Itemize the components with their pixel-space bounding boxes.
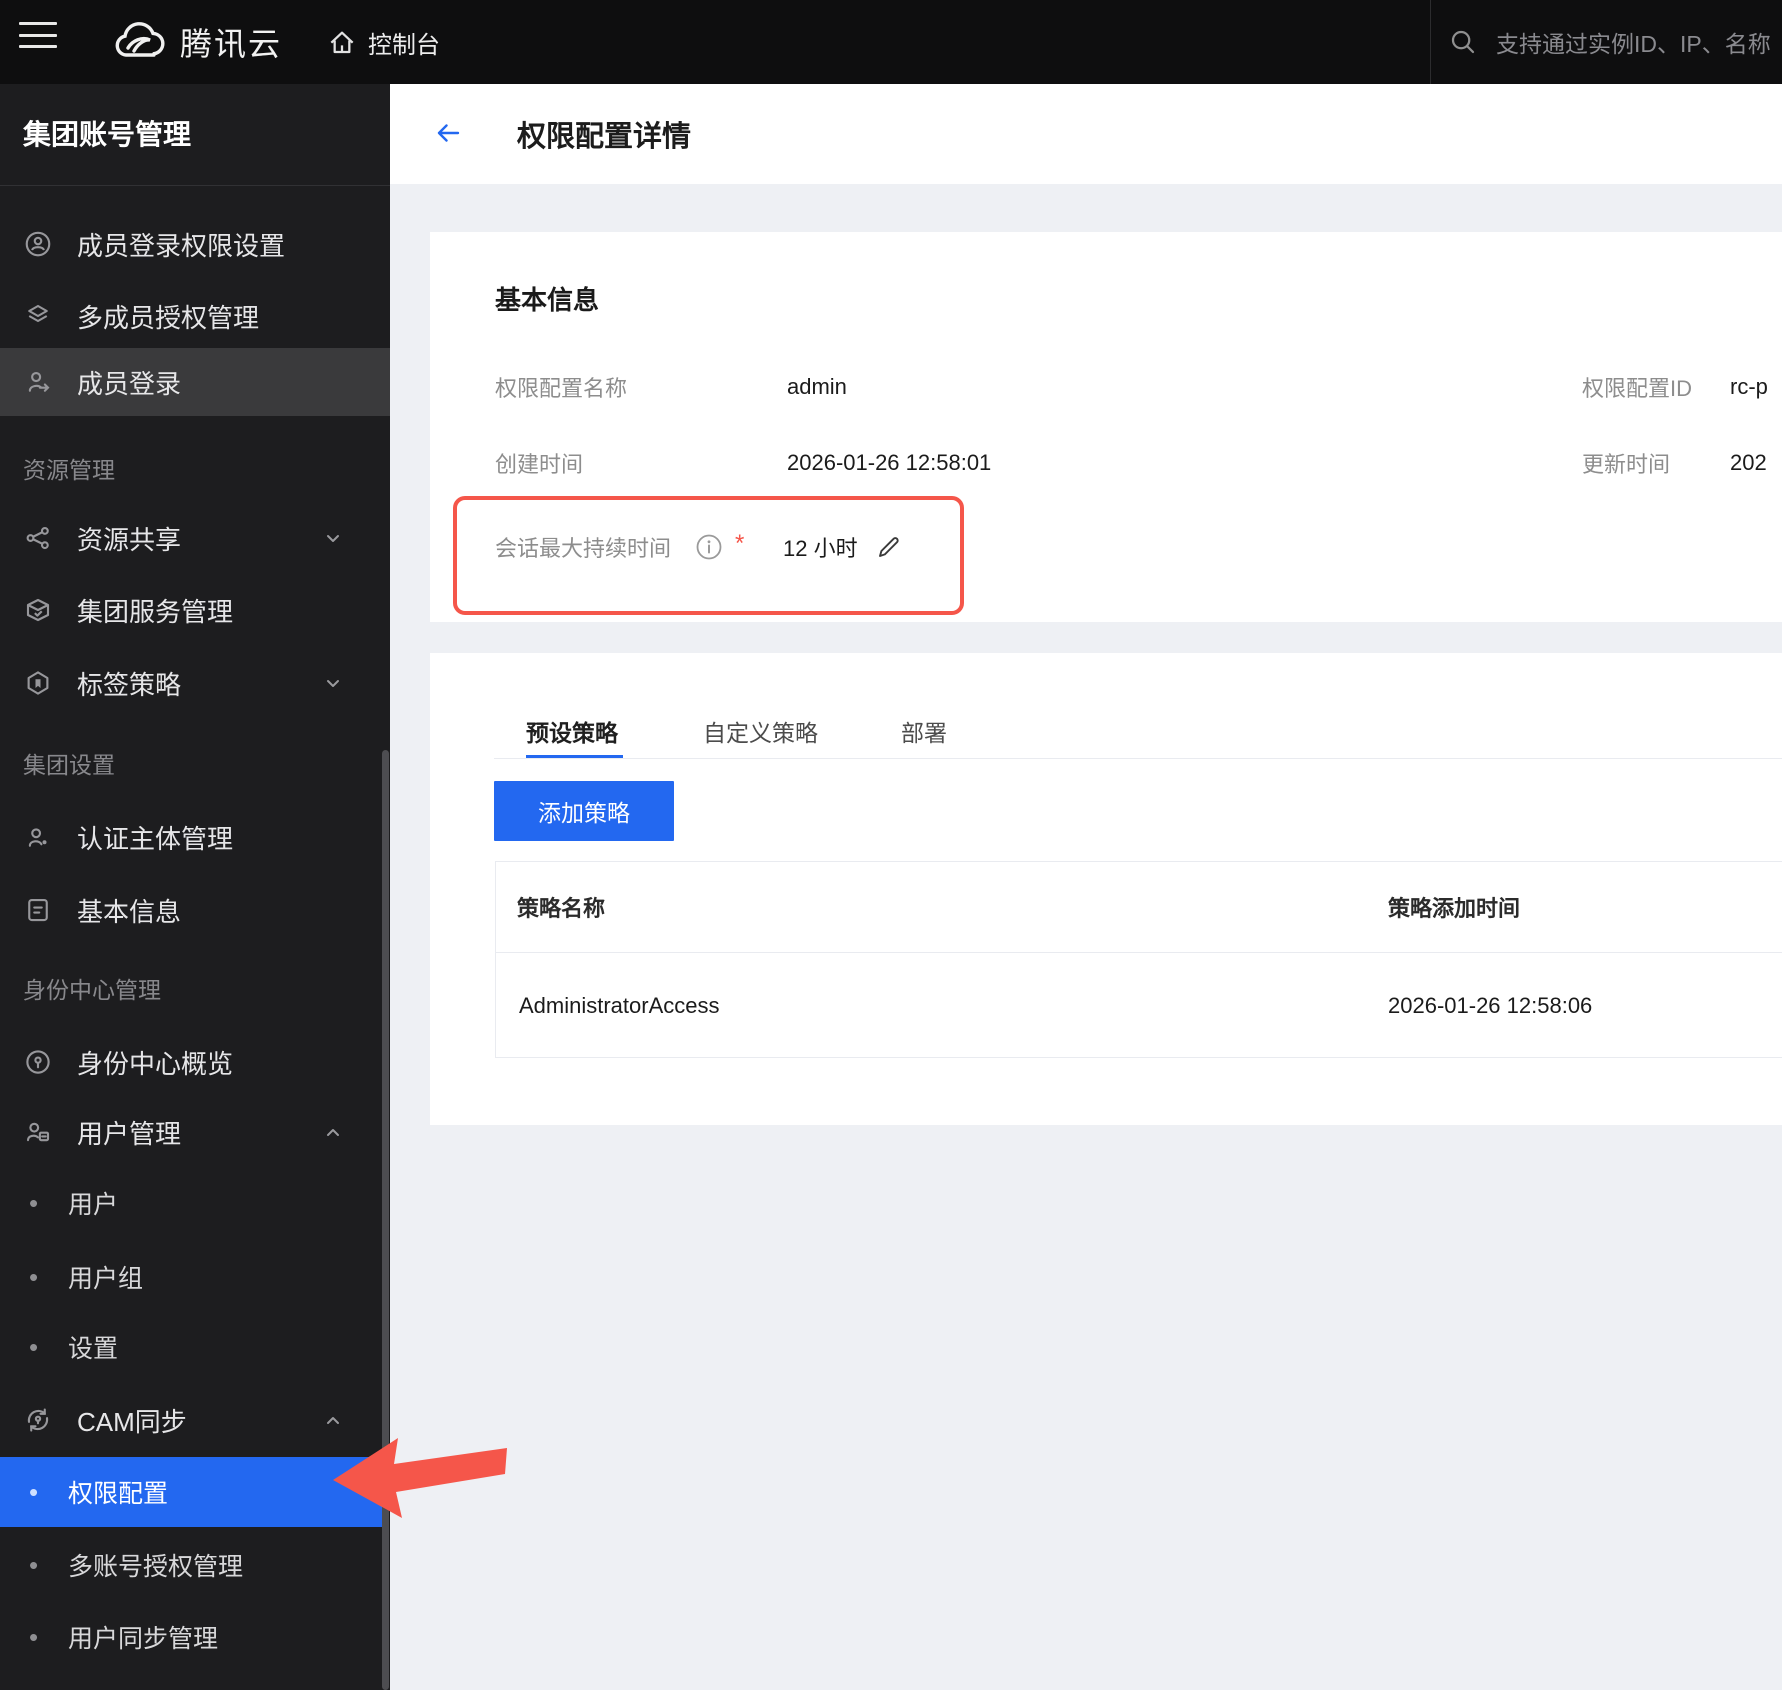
policy-card: 预设策略 自定义策略 部署 添加策略 策略名称 策略添加时间 Administr…	[430, 653, 1782, 1125]
name-value: admin	[787, 374, 847, 399]
sidebar-section-group-settings: 集团设置	[23, 752, 115, 778]
sidebar-item-cam-sync[interactable]: CAM同步	[0, 1396, 382, 1444]
policy-added-time-cell: 2026-01-26 12:58:06	[1388, 992, 1593, 1018]
sidebar-section-identity-center-management: 身份中心管理	[23, 977, 161, 1003]
id-label: 权限配置ID	[1582, 376, 1693, 401]
sidebar-item-basic-info[interactable]: 基本信息	[0, 886, 382, 934]
sidebar-item-identity-center-overview[interactable]: 身份中心概览	[0, 1038, 382, 1086]
name-label: 权限配置名称	[495, 376, 628, 401]
policy-name-cell: AdministratorAccess	[519, 992, 720, 1018]
globe-keyhole-icon	[26, 1050, 50, 1074]
policy-table: 策略名称 策略添加时间 AdministratorAccess 2026-01-…	[495, 861, 1782, 1058]
basic-info-card: 基本信息 权限配置名称 admin 权限配置ID rc-p 创建时间 2026-…	[430, 232, 1782, 622]
sidebar-item-resource-sharing[interactable]: 资源共享	[0, 514, 382, 562]
tab-custom-policy[interactable]: 自定义策略	[703, 706, 818, 756]
id-value: rc-p	[1730, 374, 1768, 399]
topbar-divider	[1430, 0, 1431, 84]
sidebar-subitem-users[interactable]: • 用户	[0, 1179, 382, 1227]
sidebar-subitem-multi-account-auth-management[interactable]: • 多账号授权管理	[0, 1541, 382, 1589]
sidebar-title: 集团账号管理	[0, 84, 390, 186]
tag-hexagon-icon	[27, 671, 49, 695]
sidebar-subitem-permission-config[interactable]: • 权限配置	[0, 1457, 382, 1527]
session-label: 会话最大持续时间	[495, 536, 672, 561]
info-icon[interactable]	[695, 533, 723, 561]
add-policy-button[interactable]: 添加策略	[494, 781, 674, 841]
sidebar-item-member-login-permission-settings[interactable]: 成员登录权限设置	[0, 220, 382, 268]
updated-label: 更新时间	[1582, 452, 1671, 477]
member-permission-icon	[25, 231, 51, 257]
cloud-logo-icon	[115, 22, 165, 57]
bullet-icon: •	[29, 1262, 39, 1292]
chevron-up-icon	[327, 1417, 339, 1424]
bullet-icon: •	[29, 1550, 39, 1580]
layers-icon	[28, 304, 48, 323]
tab-preset-policy[interactable]: 预设策略	[526, 706, 618, 756]
chevron-up-icon	[327, 1129, 339, 1136]
tab-separator	[494, 758, 1782, 759]
policy-added-time-header: 策略添加时间	[1388, 896, 1521, 921]
brand-name: 腾讯云	[180, 26, 283, 62]
console-link[interactable]: 控制台	[326, 0, 440, 84]
bullet-icon: •	[29, 1332, 39, 1362]
basic-info-title: 基本信息	[495, 285, 600, 315]
top-navigation-bar: 腾讯云 控制台 支持通过实例ID、IP、名称	[0, 0, 1782, 84]
bullet-icon: •	[29, 1622, 39, 1652]
created-value: 2026-01-26 12:58:01	[787, 450, 992, 475]
person-icon	[28, 828, 48, 847]
created-label: 创建时间	[495, 452, 584, 477]
share-icon	[26, 526, 49, 550]
console-label: 控制台	[368, 31, 440, 59]
back-button[interactable]	[433, 118, 463, 148]
sidebar-item-user-management[interactable]: 用户管理	[0, 1108, 382, 1156]
policy-table-row[interactable]: AdministratorAccess 2026-01-26 12:58:06	[496, 953, 1782, 1058]
session-value: 12 小时	[783, 536, 858, 561]
home-icon	[330, 31, 354, 54]
hamburger-menu-icon[interactable]	[19, 22, 57, 48]
chevron-down-icon	[327, 535, 339, 542]
service-box-icon	[26, 598, 50, 622]
policy-table-header: 策略名称 策略添加时间	[496, 862, 1782, 953]
chevron-down-icon	[327, 680, 339, 687]
bullet-icon: •	[29, 1477, 39, 1507]
search-icon	[1451, 30, 1475, 54]
login-icon	[28, 371, 50, 392]
sidebar-section-resource-management: 资源管理	[23, 457, 115, 483]
updated-value: 202	[1730, 450, 1767, 475]
sidebar-subitem-user-groups[interactable]: • 用户组	[0, 1253, 382, 1301]
sidebar-item-auth-subject-management[interactable]: 认证主体管理	[0, 813, 382, 861]
sidebar-scrollbar[interactable]	[382, 750, 389, 1690]
sidebar-item-group-service-management[interactable]: 集团服务管理	[0, 586, 382, 634]
global-search-input[interactable]: 支持通过实例ID、IP、名称	[1448, 0, 1782, 84]
sidebar-item-tag-policy[interactable]: 标签策略	[0, 659, 382, 707]
user-card-icon	[26, 1122, 50, 1142]
sidebar-item-member-login[interactable]: 成员登录	[0, 348, 390, 416]
sidebar-subitem-settings[interactable]: • 设置	[0, 1323, 382, 1371]
tab-deployment[interactable]: 部署	[901, 706, 947, 756]
policy-name-header: 策略名称	[517, 896, 606, 921]
required-asterisk: *	[735, 530, 745, 557]
page-title: 权限配置详情	[517, 121, 692, 153]
tencent-cloud-logo[interactable]: 腾讯云	[112, 0, 282, 84]
sidebar-subitem-user-sync-management[interactable]: • 用户同步管理	[0, 1613, 382, 1661]
search-placeholder: 支持通过实例ID、IP、名称	[1496, 31, 1771, 57]
document-icon	[28, 898, 48, 922]
sidebar-item-multi-member-auth-management[interactable]: 多成员授权管理	[0, 292, 382, 340]
bullet-icon: •	[29, 1188, 39, 1218]
sync-key-icon	[27, 1408, 49, 1432]
sidebar-navigation: 集团账号管理 成员登录权限设置 多成员授权管理 成员登录 资源管理 资源共享 集…	[0, 84, 390, 1690]
edit-pencil-icon[interactable]	[875, 533, 903, 561]
